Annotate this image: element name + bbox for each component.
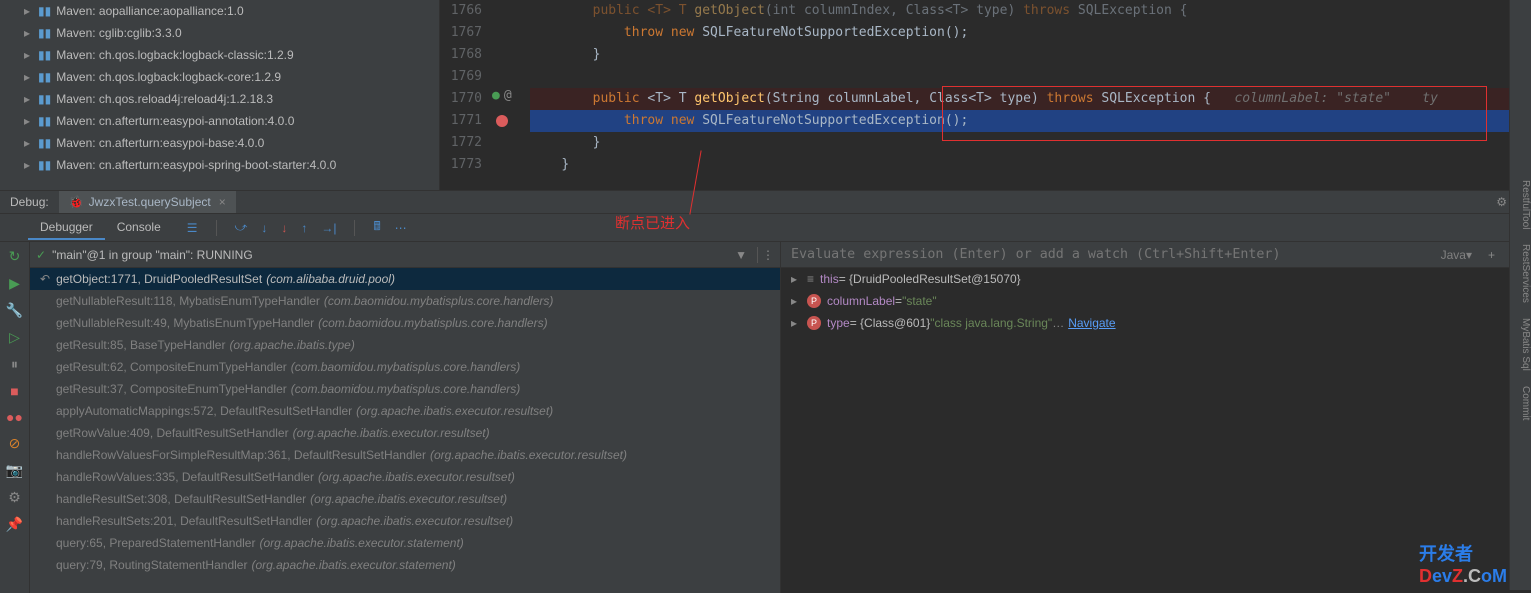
stack-frame[interactable]: handleRowValues:335, DefaultResultSetHan… bbox=[30, 466, 780, 488]
debug-toolbar: Debugger Console ☰ ⤻ ↓ ↓ ↑ →| 🖩 ⋯ ▣ bbox=[0, 214, 1531, 242]
variable-item[interactable]: ▸Ptype = {Class@601} "class java.lang.St… bbox=[781, 312, 1531, 334]
restful-tool[interactable]: RestfulTool bbox=[1520, 180, 1531, 229]
breakpoint-column[interactable]: ●@ bbox=[490, 0, 530, 176]
close-icon[interactable]: × bbox=[219, 195, 226, 209]
mybatis-sql[interactable]: MyBatis Sql bbox=[1520, 318, 1531, 371]
stack-frame[interactable]: getNullableResult:49, MybatisEnumTypeHan… bbox=[30, 312, 780, 334]
trace-icon[interactable]: ⋯ bbox=[395, 221, 407, 235]
resume-icon[interactable]: ▶ bbox=[9, 275, 20, 292]
filter-icon[interactable]: ▼ bbox=[735, 248, 747, 262]
param-icon: P bbox=[807, 294, 821, 308]
mute-breakpoints-icon[interactable]: ⊘ bbox=[9, 435, 21, 452]
stack-frame[interactable]: getResult:37, CompositeEnumTypeHandler (… bbox=[30, 378, 780, 400]
stack-frame[interactable]: applyAutomaticMappings:572, DefaultResul… bbox=[30, 400, 780, 422]
modify-run-icon[interactable]: 🔧 bbox=[6, 302, 23, 319]
more-icon[interactable]: ⋮ bbox=[762, 248, 774, 262]
language-selector[interactable]: Java▾ bbox=[1433, 248, 1480, 262]
debug-label: Debug: bbox=[0, 195, 59, 209]
force-step-into-icon[interactable]: ↓ bbox=[281, 221, 287, 235]
frames-panel: ✓ "main"@1 in group "main": RUNNING ▼ ⋮ … bbox=[30, 242, 781, 593]
stop-icon[interactable]: ■ bbox=[10, 383, 18, 399]
step-out-icon[interactable]: ↑ bbox=[301, 221, 307, 235]
play-icon[interactable]: ▷ bbox=[9, 329, 20, 346]
stack-frame[interactable]: handleResultSets:201, DefaultResultSetHa… bbox=[30, 510, 780, 532]
gear-icon[interactable]: ⚙ bbox=[1496, 195, 1507, 209]
evaluate-icon[interactable]: 🖩 bbox=[373, 217, 380, 238]
evaluate-expression-input[interactable] bbox=[781, 247, 1433, 262]
tree-item[interactable]: ▸▮▮Maven: ch.qos.logback:logback-classic… bbox=[0, 44, 439, 66]
project-tree[interactable]: ▸▮▮Maven: aopalliance:aopalliance:1.0 ▸▮… bbox=[0, 0, 440, 190]
field-icon: ≡ bbox=[807, 272, 814, 286]
rest-services[interactable]: RestServices bbox=[1520, 244, 1531, 303]
tree-item[interactable]: ▸▮▮Maven: cn.afterturn:easypoi-base:4.0.… bbox=[0, 132, 439, 154]
stack-frame[interactable]: handleResultSet:308, DefaultResultSetHan… bbox=[30, 488, 780, 510]
tree-item[interactable]: ▸▮▮Maven: aopalliance:aopalliance:1.0 bbox=[0, 0, 439, 22]
stack-frame[interactable]: ↶getObject:1771, DruidPooledResultSet (c… bbox=[30, 268, 780, 290]
add-watch-icon[interactable]: + bbox=[1480, 248, 1503, 262]
settings-icon[interactable]: ⚙ bbox=[8, 489, 21, 506]
gutter: 1766176717681769 1770177117721773 bbox=[440, 0, 490, 176]
step-over-icon[interactable]: ⤻ bbox=[235, 220, 248, 235]
tree-item[interactable]: ▸▮▮Maven: cn.afterturn:easypoi-annotatio… bbox=[0, 110, 439, 132]
stack-frame[interactable]: query:65, PreparedStatementHandler (org.… bbox=[30, 532, 780, 554]
debug-sidebar: ↻ ▶ 🔧 ▷ ⏸ ■ ●● ⊘ 📷 ⚙ 📌 bbox=[0, 242, 30, 593]
camera-icon[interactable]: 📷 bbox=[6, 462, 23, 479]
stack-frame[interactable]: getResult:85, BaseTypeHandler (org.apach… bbox=[30, 334, 780, 356]
stack-frame[interactable]: handleRowValuesForSimpleResultMap:361, D… bbox=[30, 444, 780, 466]
annotation-text: 断点已进入 bbox=[615, 212, 690, 233]
stack-frame[interactable]: query:79, RoutingStatementHandler (org.a… bbox=[30, 554, 780, 576]
tree-item[interactable]: ▸▮▮Maven: ch.qos.logback:logback-core:1.… bbox=[0, 66, 439, 88]
stack-frame[interactable]: getRowValue:409, DefaultResultSetHandler… bbox=[30, 422, 780, 444]
run-to-cursor-icon[interactable]: →| bbox=[321, 221, 336, 235]
tree-item[interactable]: ▸▮▮Maven: cn.afterturn:easypoi-spring-bo… bbox=[0, 154, 439, 176]
param-icon: P bbox=[807, 316, 821, 330]
step-into-icon[interactable]: ↓ bbox=[261, 221, 267, 235]
rerun-icon[interactable]: ↻ bbox=[9, 248, 21, 265]
pause-icon[interactable]: ⏸ bbox=[11, 356, 18, 373]
stack-frame[interactable]: getResult:62, CompositeEnumTypeHandler (… bbox=[30, 356, 780, 378]
tab-console[interactable]: Console bbox=[105, 216, 173, 240]
debug-tab[interactable]: 🐞 JwzxTest.querySubject × bbox=[59, 191, 236, 213]
check-icon: ✓ bbox=[36, 248, 46, 262]
tree-item[interactable]: ▸▮▮Maven: ch.qos.reload4j:reload4j:1.2.1… bbox=[0, 88, 439, 110]
debug-header: Debug: 🐞 JwzxTest.querySubject × ⚙ — bbox=[0, 190, 1531, 214]
navigate-link[interactable]: Navigate bbox=[1068, 316, 1115, 330]
code-editor[interactable]: 1766176717681769 1770177117721773 ●@ pub… bbox=[440, 0, 1531, 190]
view-breakpoints-icon[interactable]: ●● bbox=[6, 409, 23, 425]
breakpoint-icon[interactable] bbox=[496, 115, 508, 127]
bug-icon: 🐞 bbox=[69, 195, 84, 209]
tree-item[interactable]: ▸▮▮Maven: cglib:cglib:3.3.0 bbox=[0, 22, 439, 44]
pin-icon[interactable]: 📌 bbox=[6, 516, 23, 533]
variables-panel: Java▾ + ⋮ ▸≡this = {DruidPooledResultSet… bbox=[781, 242, 1531, 593]
threads-icon[interactable]: ☰ bbox=[187, 221, 198, 235]
stack-frame[interactable]: getNullableResult:118, MybatisEnumTypeHa… bbox=[30, 290, 780, 312]
thread-selector[interactable]: ✓ "main"@1 in group "main": RUNNING ▼ ⋮ bbox=[30, 242, 780, 268]
tab-name: JwzxTest.querySubject bbox=[89, 195, 211, 209]
variable-item[interactable]: ▸PcolumnLabel = "state" bbox=[781, 290, 1531, 312]
tab-debugger[interactable]: Debugger bbox=[28, 216, 105, 240]
variable-item[interactable]: ▸≡this = {DruidPooledResultSet@15070} bbox=[781, 268, 1531, 290]
rewind-icon: ↶ bbox=[40, 272, 50, 286]
right-toolbar: RestfulTool RestServices MyBatis Sql Com… bbox=[1509, 0, 1531, 590]
commit[interactable]: Commit bbox=[1520, 386, 1531, 420]
